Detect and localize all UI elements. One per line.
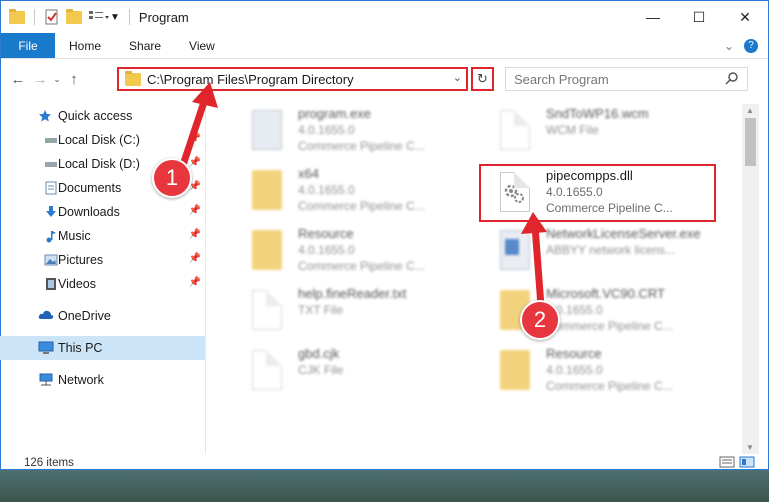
address-dropdown-icon[interactable]: ⌄ <box>453 71 462 84</box>
drive-icon <box>44 133 58 150</box>
file-item-resource[interactable]: Resource 4.0.1655.0 Commerce Pipeline C... <box>232 224 472 282</box>
item-count: 126 items <box>24 457 74 469</box>
tiles-view-icon[interactable] <box>739 456 755 471</box>
qa-dropdown-icon[interactable]: ▼ <box>110 12 120 23</box>
exe-icon <box>252 110 282 150</box>
scroll-down-icon[interactable]: ▼ <box>746 443 754 452</box>
sidebar-item-downloads[interactable]: Downloads 📌 <box>0 200 205 224</box>
file-item-program-exe[interactable]: program.exe 4.0.1655.0 Commerce Pipeline C… <box>232 104 472 162</box>
ribbon-tabs: File Home Share View ⌄ ? <box>1 33 768 59</box>
recent-locations-icon[interactable]: ⌄ <box>51 68 63 90</box>
folder-icon <box>9 8 25 24</box>
folder-icon <box>125 70 141 86</box>
properties-icon[interactable] <box>44 9 60 25</box>
quick-access-toolbar: ▼ <box>9 8 133 25</box>
file-item-x64[interactable]: x64 4.0.1655.0 Commerce Pipeline C... <box>232 164 472 222</box>
pin-icon: 📌 <box>188 229 201 240</box>
tab-share[interactable]: Share <box>115 33 175 58</box>
step-2-badge: 2 <box>520 300 560 340</box>
status-bar: 126 items <box>0 456 767 470</box>
cloud-icon <box>38 309 54 324</box>
details-view-icon[interactable] <box>719 456 735 471</box>
network-icon <box>38 373 54 390</box>
download-icon <box>44 205 58 222</box>
up-button[interactable]: ↑ <box>63 68 85 90</box>
pin-icon: 📌 <box>188 253 201 264</box>
arrow-step-2 <box>521 212 547 310</box>
back-button[interactable]: ← <box>7 68 29 90</box>
folder-icon <box>500 350 530 390</box>
music-icon <box>44 229 58 246</box>
window-title: Program <box>138 9 189 25</box>
search-placeholder: Search Program <box>514 71 609 87</box>
pc-icon <box>38 341 54 358</box>
file-icon <box>500 110 530 150</box>
minimize-button[interactable]: — <box>630 1 676 33</box>
expand-ribbon-icon[interactable]: ⌄ <box>724 39 734 53</box>
desktop-background <box>0 470 769 502</box>
search-icon <box>725 71 739 88</box>
file-item-resource-2[interactable]: Resource 4.0.1655.0 Commerce Pipeline C... <box>480 344 720 402</box>
close-button[interactable]: ✕ <box>722 1 768 33</box>
file-item-sndtowp16[interactable]: SndToWP16.wcm WCM File <box>480 104 720 162</box>
sidebar-item-network[interactable]: Network <box>0 368 205 392</box>
window-controls: — ☐ ✕ <box>630 1 768 33</box>
maximize-button[interactable]: ☐ <box>676 1 722 33</box>
text-file-icon <box>252 290 282 330</box>
step-1-badge: 1 <box>152 158 192 198</box>
scroll-up-icon[interactable]: ▲ <box>746 106 754 115</box>
customize-icon[interactable] <box>88 9 109 25</box>
vertical-scrollbar[interactable]: ▲ ▼ <box>742 104 759 454</box>
sidebar-item-this-pc[interactable]: This PC <box>0 336 205 360</box>
drive-icon <box>44 157 58 174</box>
sidebar-item-videos[interactable]: Videos 📌 <box>0 272 205 296</box>
tab-file[interactable]: File <box>1 33 55 58</box>
tab-home[interactable]: Home <box>55 33 115 58</box>
pictures-icon <box>44 253 58 270</box>
sidebar-item-music[interactable]: Music 📌 <box>0 224 205 248</box>
file-list: program.exe 4.0.1655.0 Commerce Pipeline C… <box>212 104 742 454</box>
documents-icon <box>44 181 58 198</box>
folder-icon <box>252 170 282 210</box>
forward-button[interactable]: → <box>29 68 51 90</box>
search-input[interactable]: Search Program <box>505 67 748 91</box>
star-icon <box>38 109 52 126</box>
file-item-help-txt[interactable]: help.fineReader.txt TXT File <box>232 284 472 342</box>
title-bar: ▼ Program — ☐ ✕ <box>1 1 768 33</box>
sidebar-item-pictures[interactable]: Pictures 📌 <box>0 248 205 272</box>
tab-view[interactable]: View <box>175 33 229 58</box>
sidebar-item-onedrive[interactable]: OneDrive <box>0 304 205 328</box>
pin-icon: 📌 <box>188 277 201 288</box>
folder-icon <box>252 230 282 270</box>
new-folder-icon[interactable] <box>66 8 82 24</box>
file-item-gbd-cjk[interactable]: gbd.cjk CJK File <box>232 344 472 402</box>
scrollbar-thumb[interactable] <box>745 118 756 166</box>
refresh-button[interactable]: ↻ <box>471 67 494 91</box>
file-icon <box>252 350 282 390</box>
pin-icon: 📌 <box>188 205 201 216</box>
help-icon[interactable]: ? <box>744 38 758 53</box>
videos-icon <box>44 277 58 294</box>
